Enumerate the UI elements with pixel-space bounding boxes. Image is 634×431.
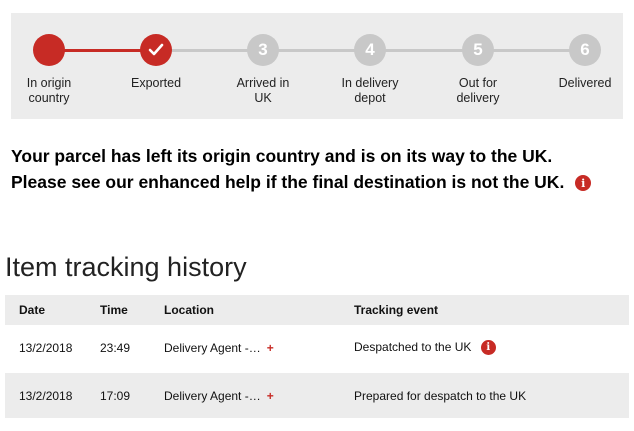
column-header-date: Date bbox=[5, 295, 86, 325]
table-header-row: Date Time Location Tracking event bbox=[5, 295, 629, 325]
step-3-circle: 3 bbox=[247, 34, 279, 66]
status-message-text: Please see our enhanced help if the fina… bbox=[11, 172, 565, 192]
tracking-history-title: Item tracking history bbox=[5, 252, 247, 282]
delivery-progress-panel: 3 4 5 6 In origin country Exported Arriv… bbox=[11, 13, 623, 119]
row-event: Prepared for despatch to the UK bbox=[340, 373, 629, 418]
status-message-line-2: Please see our enhanced help if the fina… bbox=[11, 172, 592, 193]
table-row: 13/2/2018 23:49 Delivery Agent -… + Despa… bbox=[5, 325, 629, 370]
step-2-circle bbox=[140, 34, 172, 66]
step-6-circle: 6 bbox=[569, 34, 601, 66]
row-date: 13/2/2018 bbox=[19, 340, 73, 355]
expand-location-button[interactable]: + bbox=[267, 389, 274, 403]
event-info-icon[interactable]: i bbox=[480, 340, 496, 356]
step-2-label: Exported bbox=[130, 76, 182, 90]
column-header-location: Location bbox=[150, 295, 340, 325]
row-location: Delivery Agent -… + bbox=[164, 340, 274, 355]
info-icon[interactable]: i bbox=[575, 175, 592, 192]
step-5-label: Out for delivery bbox=[456, 76, 500, 105]
status-message-line-1: Your parcel has left its origin country … bbox=[11, 146, 553, 166]
step-6-label: Delivered bbox=[558, 76, 612, 90]
row-date: 13/2/2018 bbox=[5, 373, 86, 418]
check-icon bbox=[148, 43, 164, 56]
step-3-label: Arrived in UK bbox=[236, 76, 290, 105]
row-time: 17:09 bbox=[86, 373, 150, 418]
row-time: 23:49 bbox=[100, 340, 131, 355]
row-event: Despatched to the UK i bbox=[340, 325, 629, 370]
step-1-label: In origin country bbox=[26, 76, 72, 105]
column-header-event: Tracking event bbox=[340, 295, 629, 325]
tracking-history-table: Date Time Location Tracking event 13/2/2… bbox=[5, 295, 629, 418]
step-1-circle bbox=[33, 34, 65, 66]
step-4-circle: 4 bbox=[354, 34, 386, 66]
step-4-label: In delivery depot bbox=[341, 76, 399, 105]
column-header-time: Time bbox=[86, 295, 150, 325]
step-5-circle: 5 bbox=[462, 34, 494, 66]
row-location: Delivery Agent -… + bbox=[150, 373, 340, 418]
table-row: 13/2/2018 17:09 Delivery Agent -… + Prepa… bbox=[5, 373, 629, 418]
expand-location-button[interactable]: + bbox=[267, 341, 274, 355]
